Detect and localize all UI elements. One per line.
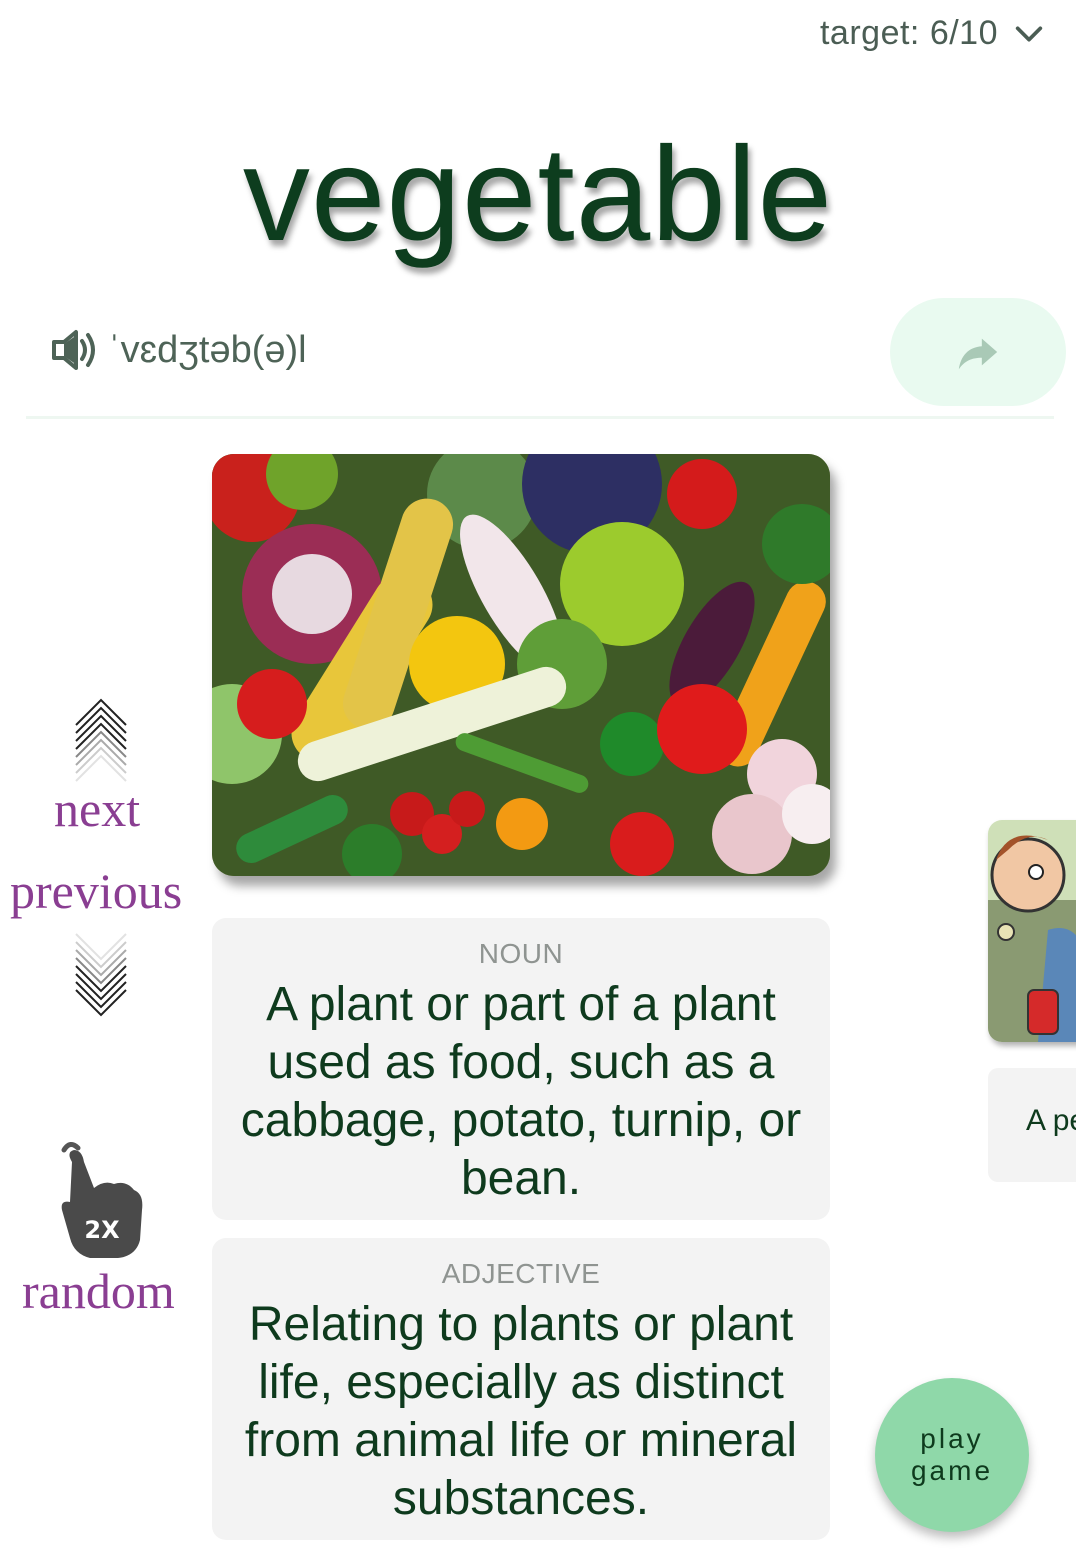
divider [26, 416, 1054, 419]
play-game-button[interactable]: play game [875, 1378, 1029, 1532]
headword: vegetable [242, 120, 834, 269]
next-card-definition: A pe [988, 1068, 1076, 1182]
target-selector[interactable]: target: 6/10 [820, 14, 1046, 53]
previous-label[interactable]: previous [10, 862, 182, 920]
next-label[interactable]: next [54, 780, 140, 838]
definition-card-noun: NOUN A plant or part of a plant used as … [212, 918, 830, 1220]
play-game-line2: game [910, 1455, 994, 1486]
next-card-photo[interactable] [988, 820, 1076, 1042]
chevrons-down-icon[interactable] [74, 930, 128, 1022]
part-of-speech: ADJECTIVE [441, 1258, 601, 1289]
play-game-line1: play [920, 1423, 984, 1454]
part-of-speech: NOUN [478, 938, 564, 969]
speaker-icon[interactable] [48, 322, 104, 378]
double-tap-icon[interactable]: 2X [56, 1140, 148, 1262]
random-label[interactable]: random [22, 1262, 175, 1320]
vegetables-photo[interactable] [212, 454, 830, 876]
pronunciation-text: ˈvɛdʒtəb(ə)l [108, 328, 307, 371]
share-arrow-icon [958, 338, 998, 370]
random-badge: 2X [84, 1216, 120, 1244]
pronunciation-row: ˈvɛdʒtəb(ə)l [48, 322, 307, 378]
share-button[interactable] [890, 298, 1066, 406]
definition-card-adjective: ADJECTIVE Relating to plants or plant li… [212, 1238, 830, 1540]
definition-text: A plant or part of a plant used as food,… [240, 978, 802, 1205]
definition-text: Relating to plants or plant life, especi… [244, 1298, 798, 1525]
chevrons-up-icon[interactable] [74, 695, 128, 785]
chevron-down-icon [1015, 25, 1043, 42]
target-label: target: 6/10 [819, 14, 998, 52]
